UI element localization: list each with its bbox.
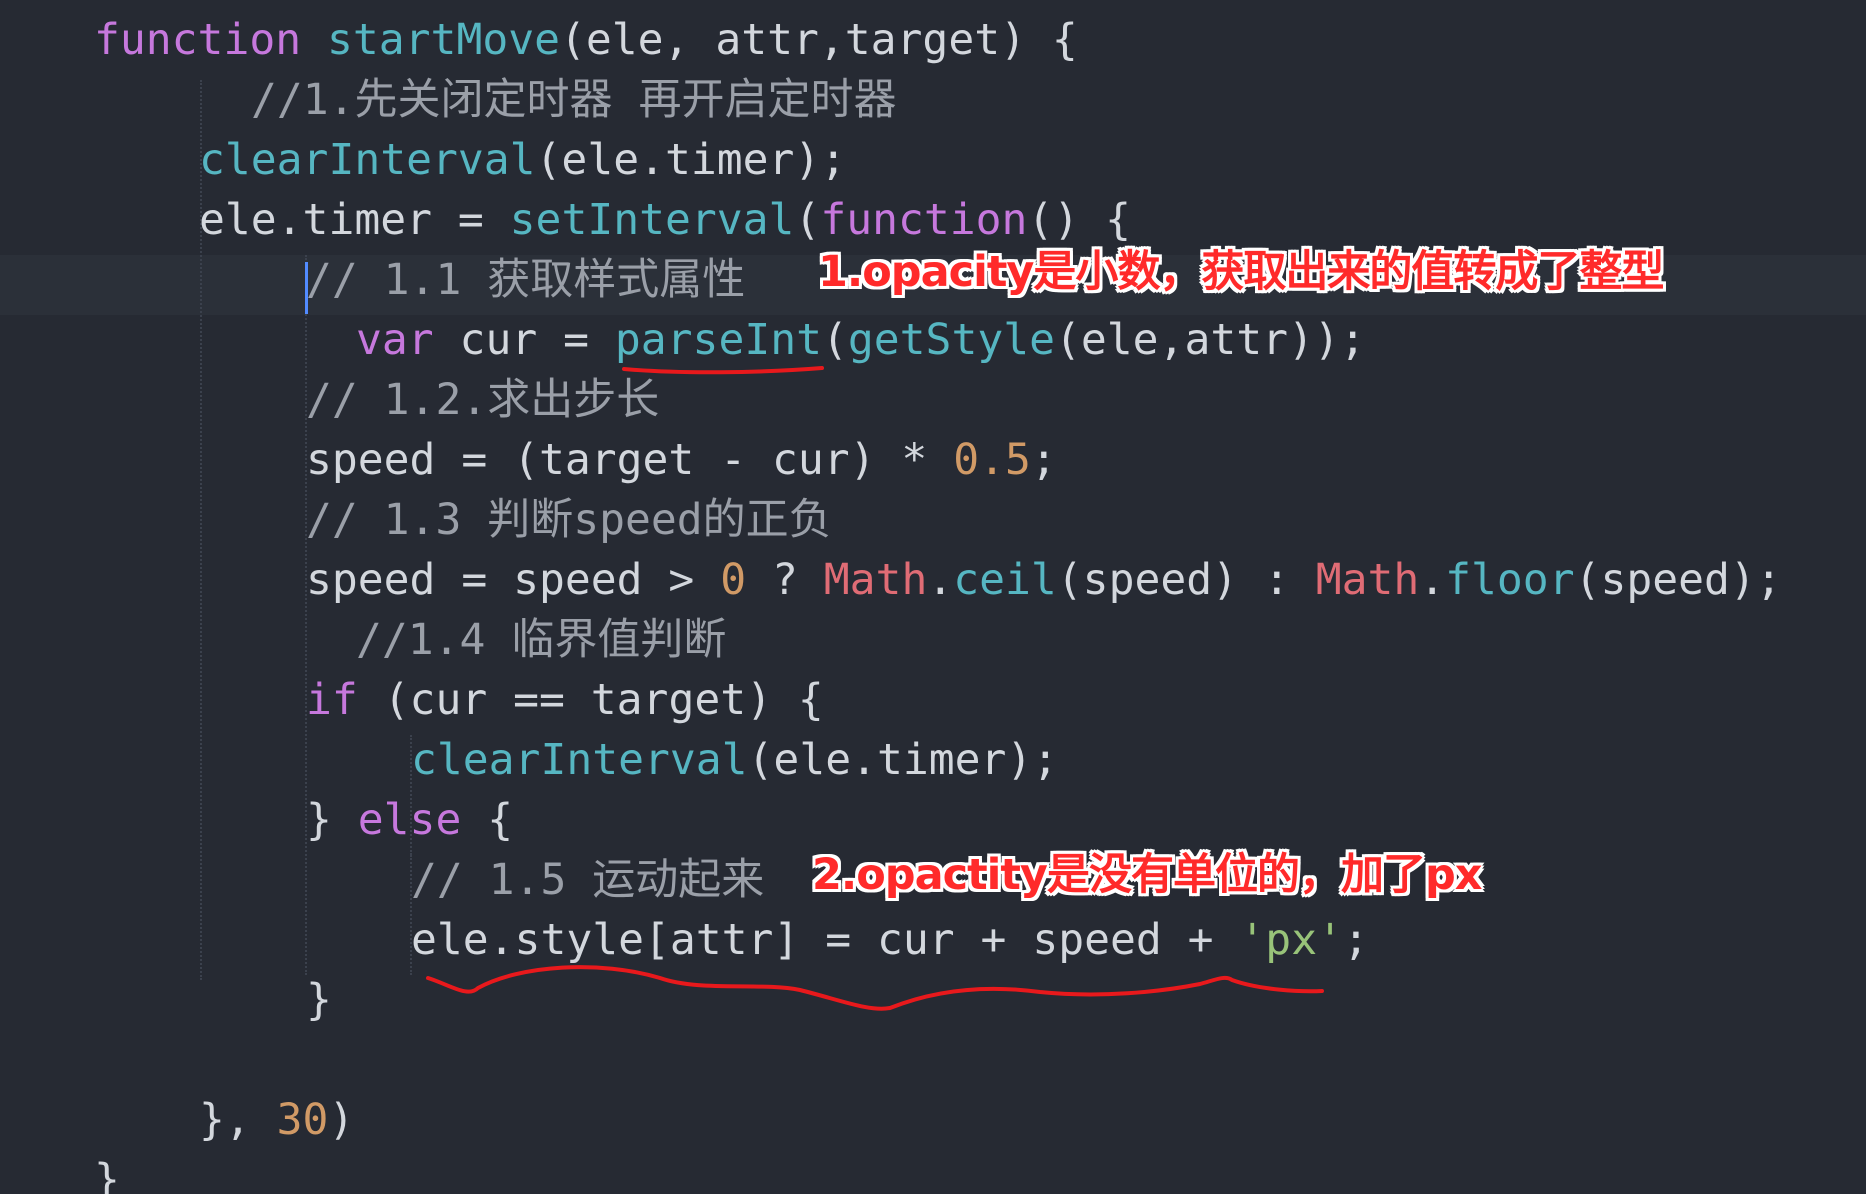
code-editor[interactable]: function startMove(ele, attr,target) { /… — [0, 0, 1866, 1194]
annotation-marks — [426, 366, 1324, 1011]
underline-mark-parseint — [622, 366, 824, 375]
underline-mark-style-assignment — [426, 965, 1324, 1011]
annotation-note-1: 1.opacity是小数，获取出来的值转成了整型 — [818, 247, 1664, 297]
annotation-note-2: 2.opactity是没有单位的，加了px — [812, 850, 1482, 900]
